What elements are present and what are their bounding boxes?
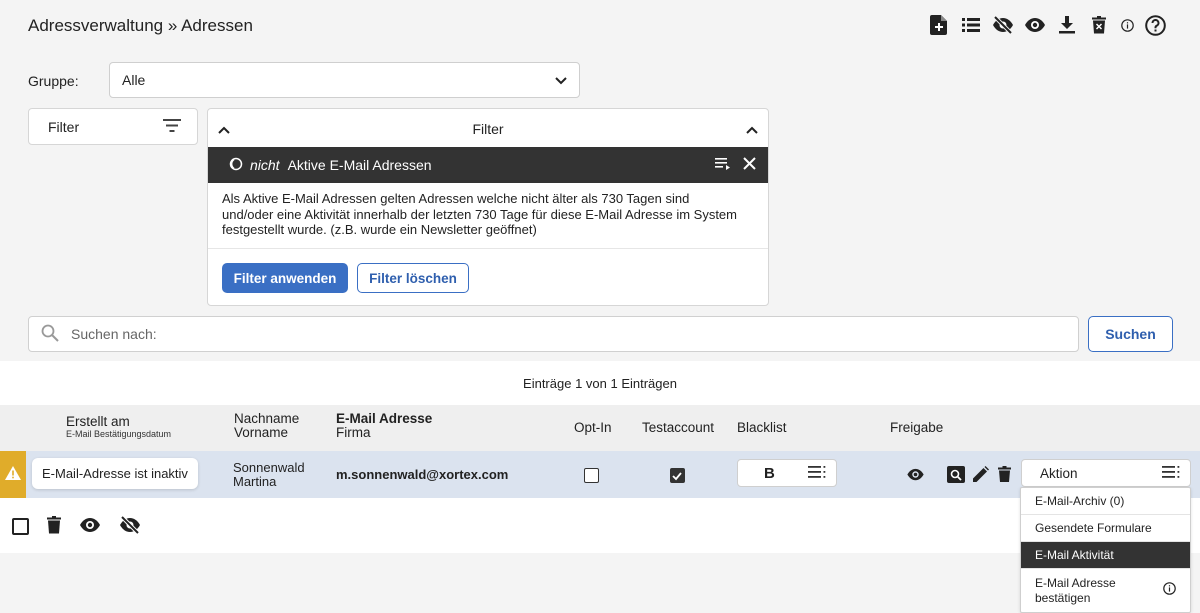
filter-description: Als Aktive E-Mail Adressen gelten Adress… [222, 191, 737, 237]
download-icon[interactable] [1056, 14, 1078, 36]
clear-filter-button[interactable]: Filter löschen [357, 263, 469, 293]
column-optin[interactable]: Opt-In [574, 421, 612, 435]
edit-pencil-icon[interactable] [973, 466, 989, 485]
eye-off-icon[interactable] [992, 14, 1014, 36]
firstname-value: Martina [233, 474, 277, 489]
chevron-down-icon [555, 72, 567, 88]
column-release[interactable]: Freigabe [890, 421, 943, 435]
eye-icon[interactable] [906, 468, 925, 484]
blacklist-value: B [764, 464, 775, 482]
search-input[interactable] [71, 326, 971, 342]
info-icon[interactable] [1120, 14, 1134, 36]
table-header: Erstellt am E-Mail Bestätigungsdatum Nac… [0, 405, 1200, 451]
column-testaccount[interactable]: Testaccount [642, 421, 714, 435]
negation-toggle-icon[interactable] [228, 157, 246, 174]
filter-options-icon[interactable] [715, 157, 731, 173]
action-select-label: Aktion [1040, 465, 1078, 481]
trash-can-icon[interactable] [1088, 14, 1110, 36]
filter-button-label: Filter [48, 118, 80, 135]
active-filter-label: Aktive E-Mail Adressen [287, 157, 432, 173]
page-title: Adressverwaltung » Adressen [28, 16, 253, 35]
column-blacklist[interactable]: Blacklist [737, 421, 787, 435]
group-select[interactable]: Alle [109, 62, 580, 98]
help-icon[interactable] [1144, 14, 1166, 36]
optin-checkbox[interactable] [584, 468, 599, 483]
column-email[interactable]: E-Mail Adresse Firma [336, 412, 432, 440]
menu-lines-icon [1162, 465, 1180, 481]
group-label: Gruppe: [28, 73, 79, 89]
filter-button[interactable]: Filter [28, 108, 198, 145]
eye-icon[interactable] [1024, 14, 1046, 36]
header-toolbar [928, 14, 1166, 36]
column-lastname-label: Nachname [234, 411, 300, 426]
action-select[interactable]: Aktion [1021, 459, 1191, 487]
blacklist-select[interactable]: B [737, 459, 837, 487]
bulk-actions [12, 515, 141, 537]
chevron-up-icon[interactable] [746, 121, 758, 137]
active-filter-bar: nicht Aktive E-Mail Adressen [208, 147, 768, 183]
eye-icon[interactable] [79, 517, 101, 536]
group-select-value: Alle [122, 72, 146, 88]
eye-off-icon[interactable] [119, 515, 141, 537]
file-add-icon[interactable] [928, 14, 950, 36]
warning-badge[interactable] [0, 451, 26, 498]
search-box [28, 316, 1079, 352]
menu-item-confirm-email[interactable]: E-Mail Adresse bestätigen [1021, 569, 1190, 612]
entries-count: Einträge 1 von 1 Einträgen [523, 376, 677, 391]
menu-item-email-archive[interactable]: E-Mail-Archiv (0) [1021, 488, 1190, 515]
column-email-label: E-Mail Adresse [336, 411, 433, 426]
column-name[interactable]: Nachname Vorname [234, 412, 299, 440]
column-company-label: Firma [336, 425, 371, 440]
warning-icon [5, 466, 21, 483]
divider [208, 248, 768, 249]
column-firstname-label: Vorname [234, 425, 289, 440]
search-button[interactable]: Suchen [1088, 316, 1173, 352]
list-icon[interactable] [960, 14, 982, 36]
preview-search-icon[interactable] [947, 466, 965, 486]
menu-lines-icon [808, 465, 826, 481]
name-cell: Sonnenwald Martina [233, 461, 305, 489]
apply-filter-button[interactable]: Filter anwenden [222, 263, 348, 293]
lastname-value: Sonnenwald [233, 460, 305, 475]
column-created[interactable]: Erstellt am E-Mail Bestätigungsdatum [66, 414, 172, 440]
negation-label: nicht [250, 157, 280, 173]
filter-panel-title: Filter [472, 121, 504, 137]
search-icon [41, 324, 59, 345]
trash-icon[interactable] [998, 466, 1011, 485]
testaccount-checkbox[interactable] [670, 468, 685, 483]
menu-item-sent-forms[interactable]: Gesendete Formulare [1021, 515, 1190, 542]
warning-tooltip: E-Mail-Adresse ist inaktiv [32, 458, 198, 489]
select-all-checkbox[interactable] [12, 518, 29, 535]
column-created-label: Erstellt am [66, 414, 130, 429]
filter-lines-icon [163, 118, 181, 135]
trash-icon[interactable] [47, 516, 61, 537]
checkmark-icon [672, 472, 682, 481]
filter-panel: Filter nicht Aktive E-Mail Adressen Als … [207, 108, 769, 306]
action-menu: E-Mail-Archiv (0) Gesendete Formulare E-… [1020, 487, 1191, 613]
column-created-sublabel: E-Mail Bestätigungsdatum [66, 429, 172, 439]
close-icon[interactable] [743, 157, 756, 173]
menu-item-confirm-email-label: E-Mail Adresse bestätigen [1035, 575, 1116, 605]
menu-item-email-activity[interactable]: E-Mail Aktivität [1021, 542, 1190, 569]
email-value: m.sonnenwald@xortex.com [336, 467, 509, 482]
info-icon[interactable] [1163, 582, 1176, 599]
filter-panel-header: Filter [208, 109, 768, 147]
